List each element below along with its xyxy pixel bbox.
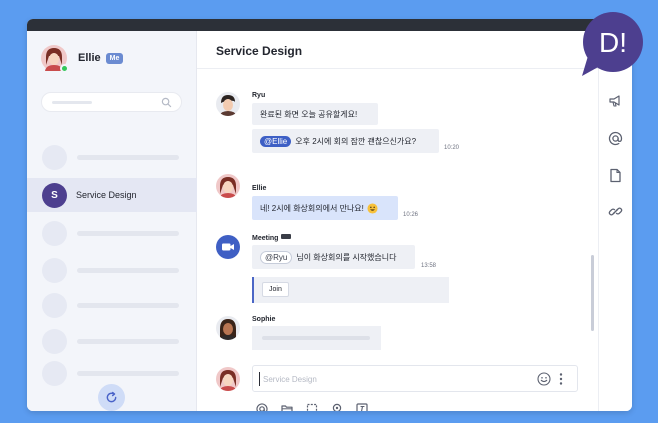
user-profile[interactable]: Ellie Me xyxy=(41,43,124,73)
channel-name-placeholder xyxy=(77,370,179,376)
bot-badge xyxy=(281,234,292,239)
screenshot-icon[interactable] xyxy=(305,402,319,411)
sender-name: Ryu xyxy=(252,92,266,99)
message-text: 완료된 화면 오늘 공유할게요! xyxy=(260,109,358,119)
channel-avatar xyxy=(42,257,67,283)
composer-toolbar xyxy=(255,401,380,411)
message-bubble: 완료된 화면 오늘 공유할게요! xyxy=(252,103,378,125)
message-bubble: @Ryu 님이 화상회의를 시작했습니다 xyxy=(252,245,415,269)
sender-name: Sophie xyxy=(252,316,276,323)
channel-item[interactable] xyxy=(27,140,197,174)
message-text: 오후 2시에 회의 잠깐 괜찮으신가요? xyxy=(295,136,417,146)
channel-avatar xyxy=(42,328,67,354)
right-rail xyxy=(598,31,632,411)
avatar-composer-ellie[interactable] xyxy=(216,367,240,391)
channel-item-service-design[interactable]: S Service Design xyxy=(27,178,197,212)
folder-icon[interactable] xyxy=(280,402,294,411)
link-icon[interactable] xyxy=(608,204,623,219)
sidebar: Ellie Me S Service Design xyxy=(27,31,197,411)
message-bubble: @Ellie 오후 2시에 회의 잠깐 괜찮으신가요? xyxy=(252,129,439,153)
channel-avatar xyxy=(42,292,67,318)
message-bubble: 네! 2시에 화상회의에서 만나요! xyxy=(252,196,398,220)
mention-tag[interactable]: @Ellie xyxy=(260,135,292,147)
camera-icon[interactable] xyxy=(330,402,344,411)
channel-name-placeholder xyxy=(77,338,179,344)
channel-name-placeholder xyxy=(77,230,179,236)
channel-label: Service Design xyxy=(76,190,137,200)
smiling-face-icon xyxy=(367,202,378,214)
channel-item[interactable] xyxy=(27,253,197,287)
chat-header: Service Design xyxy=(197,31,598,69)
avatar-sophie[interactable] xyxy=(216,316,240,340)
channel-avatar xyxy=(42,220,67,246)
at-icon[interactable] xyxy=(255,402,269,411)
chat-scrollbar[interactable] xyxy=(591,255,594,331)
message-composer[interactable] xyxy=(252,365,578,392)
logo-text: D! xyxy=(599,27,627,58)
profile-name: Ellie xyxy=(78,52,101,64)
channel-name-placeholder xyxy=(77,154,179,160)
emoji-icon[interactable] xyxy=(537,372,551,386)
page-title: Service Design xyxy=(216,44,303,58)
message-input[interactable] xyxy=(259,372,519,386)
avatar[interactable] xyxy=(41,45,69,73)
channel-name-placeholder xyxy=(77,302,179,308)
message-text: 님이 화상회의를 시작했습니다 xyxy=(296,252,397,262)
channel-avatar xyxy=(42,360,67,386)
format-icon[interactable] xyxy=(355,402,369,411)
at-icon[interactable] xyxy=(608,131,623,146)
search-icon[interactable] xyxy=(161,97,172,108)
chat-panel: Service Design Ryu 완료된 화면 오늘 공유할게요! @Ell… xyxy=(197,31,598,411)
online-status-dot xyxy=(60,64,69,73)
message-timestamp: 10:26 xyxy=(403,212,419,218)
message-timestamp: 13:58 xyxy=(421,263,437,269)
avatar-ellie[interactable] xyxy=(216,174,240,198)
search-input[interactable] xyxy=(41,92,182,112)
message-text-placeholder xyxy=(262,336,370,340)
search-placeholder xyxy=(52,101,92,104)
refresh-button[interactable] xyxy=(98,384,125,411)
megaphone-icon[interactable] xyxy=(608,93,623,108)
me-badge: Me xyxy=(105,52,124,64)
brand-logo: D! xyxy=(578,8,646,76)
sender-name: Meeting xyxy=(252,234,292,242)
sender-name: Ellie xyxy=(252,185,267,192)
message-text: 네! 2시에 화상회의에서 만나요! xyxy=(260,203,364,213)
refresh-icon xyxy=(106,391,117,403)
join-button[interactable]: Join xyxy=(262,282,289,297)
channel-avatar xyxy=(42,144,67,170)
window-titlebar xyxy=(27,19,632,31)
avatar-ryu[interactable] xyxy=(216,92,240,116)
channel-avatar: S xyxy=(42,182,67,208)
mention-tag[interactable]: @Ryu xyxy=(260,250,293,264)
message-bubble-placeholder xyxy=(252,326,381,350)
channel-name-placeholder xyxy=(77,267,179,273)
app-window: Ellie Me S Service Design Service Design… xyxy=(27,19,632,411)
meeting-card: Join xyxy=(252,277,449,303)
channel-item[interactable] xyxy=(27,324,197,358)
more-vertical-icon[interactable] xyxy=(558,372,564,386)
channel-item[interactable] xyxy=(27,216,197,250)
message-timestamp: 10:20 xyxy=(444,145,460,151)
channel-item[interactable] xyxy=(27,288,197,322)
document-icon[interactable] xyxy=(608,168,623,183)
meeting-video-icon[interactable] xyxy=(216,235,240,259)
